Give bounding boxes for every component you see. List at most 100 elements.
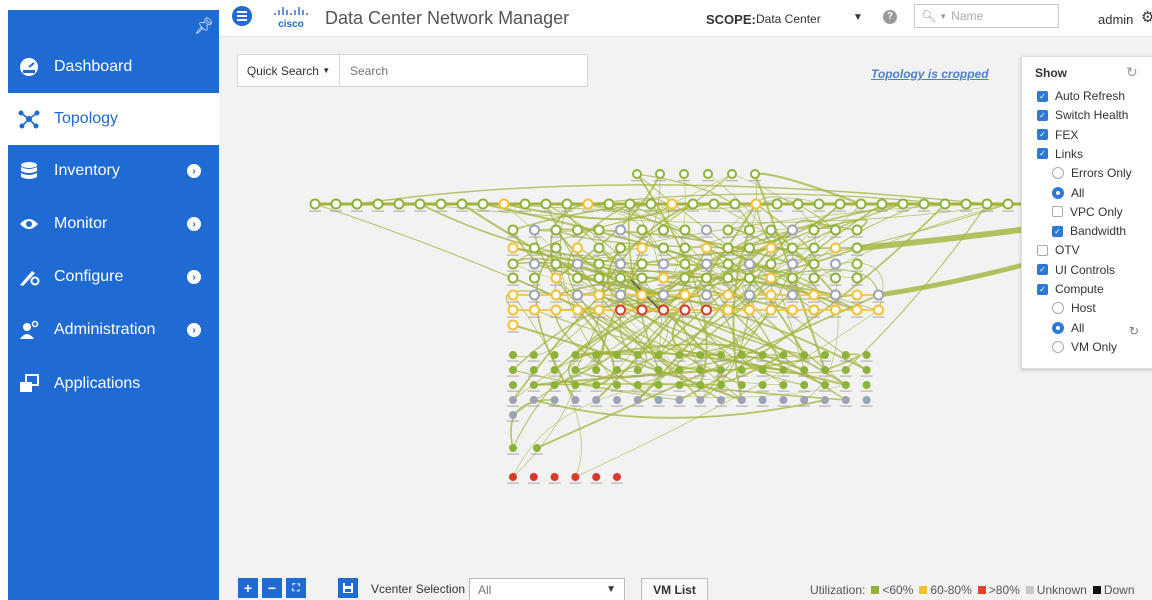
checkbox-icon[interactable]	[1037, 244, 1048, 256]
host-node[interactable]	[654, 396, 663, 404]
node-label[interactable]	[798, 390, 811, 392]
switch-node[interactable]	[830, 289, 841, 301]
node-label[interactable]	[839, 405, 852, 407]
host-node[interactable]	[862, 351, 871, 359]
node-label[interactable]	[700, 254, 713, 256]
node-label[interactable]	[860, 390, 873, 392]
node-label[interactable]	[749, 180, 761, 182]
node-label[interactable]	[679, 270, 691, 272]
host-node[interactable]	[758, 396, 767, 404]
scope-select[interactable]: Data Center	[756, 12, 821, 26]
switch-node[interactable]	[722, 224, 734, 236]
node-label[interactable]	[582, 210, 594, 212]
node-label[interactable]	[743, 254, 756, 256]
node-label[interactable]	[614, 301, 627, 303]
checkbox-checked-icon[interactable]: ✓	[1037, 283, 1048, 295]
switch-node[interactable]	[498, 198, 510, 210]
switch-node[interactable]	[456, 198, 468, 210]
checkbox-checked-icon[interactable]: ✓	[1037, 109, 1048, 121]
radio-icon[interactable]	[1052, 340, 1064, 353]
switch-node[interactable]	[830, 304, 841, 316]
switch-node[interactable]	[658, 272, 669, 284]
switch-node[interactable]	[722, 258, 734, 270]
node-label[interactable]	[765, 316, 777, 318]
switch-node[interactable]	[519, 198, 531, 210]
switch-node[interactable]	[615, 224, 626, 236]
host-node[interactable]	[613, 366, 621, 374]
host-node[interactable]	[821, 351, 829, 359]
node-label[interactable]	[786, 284, 799, 286]
node-label[interactable]	[722, 284, 734, 286]
host-node[interactable]	[550, 366, 559, 374]
host-node[interactable]	[758, 351, 767, 359]
node-label[interactable]	[571, 284, 584, 286]
show-option-fex[interactable]: ✓ FEX	[1037, 126, 1078, 144]
node-label[interactable]	[851, 316, 863, 318]
node-label[interactable]	[694, 405, 707, 407]
checkbox-icon[interactable]	[1052, 206, 1063, 218]
node-label[interactable]	[571, 316, 584, 318]
switch-node[interactable]	[603, 198, 615, 210]
show-option-compute[interactable]: ✓ Compute	[1037, 280, 1104, 298]
topology-graph[interactable]	[219, 37, 1152, 600]
node-label[interactable]	[673, 390, 686, 392]
node-label[interactable]	[829, 316, 842, 318]
switch-node[interactable]	[834, 198, 846, 210]
node-label[interactable]	[590, 405, 603, 407]
switch-node[interactable]	[666, 198, 678, 210]
switch-node[interactable]	[808, 258, 820, 270]
node-label[interactable]	[679, 254, 691, 256]
switch-node[interactable]	[708, 198, 720, 210]
topology-link[interactable]	[512, 384, 576, 478]
host-node[interactable]	[592, 351, 601, 359]
node-label[interactable]	[507, 360, 519, 362]
node-label[interactable]	[765, 236, 777, 238]
host-node[interactable]	[696, 366, 705, 374]
switch-node[interactable]	[507, 319, 519, 331]
node-label[interactable]	[839, 375, 852, 377]
node-label[interactable]	[528, 270, 541, 272]
switch-node[interactable]	[615, 242, 626, 254]
node-label[interactable]	[756, 375, 769, 377]
switch-node[interactable]	[701, 258, 712, 270]
node-label[interactable]	[531, 453, 543, 455]
switch-node[interactable]	[744, 258, 755, 270]
node-label[interactable]	[756, 360, 769, 362]
switch-node[interactable]	[679, 272, 691, 284]
switch-node[interactable]	[851, 272, 863, 284]
node-label[interactable]	[851, 301, 863, 303]
node-label[interactable]	[726, 180, 738, 182]
host-node[interactable]	[592, 366, 601, 374]
host-node[interactable]	[509, 473, 517, 481]
gear-icon[interactable]: ⚙	[1141, 8, 1152, 26]
node-label[interactable]	[569, 360, 582, 362]
node-label[interactable]	[839, 360, 852, 362]
node-label[interactable]	[765, 270, 777, 272]
pin-icon[interactable]: 📌︎	[194, 16, 214, 36]
node-label[interactable]	[652, 360, 665, 362]
node-label[interactable]	[614, 236, 627, 238]
show-option-errors-only[interactable]: Errors Only	[1052, 164, 1132, 182]
node-label[interactable]	[636, 254, 648, 256]
switch-node[interactable]	[830, 242, 841, 254]
node-label[interactable]	[414, 210, 426, 212]
switch-node[interactable]	[561, 198, 573, 210]
node-label[interactable]	[593, 236, 605, 238]
node-label[interactable]	[550, 270, 562, 272]
switch-node[interactable]	[787, 289, 798, 301]
node-label[interactable]	[715, 360, 727, 362]
node-label[interactable]	[777, 375, 790, 377]
node-label[interactable]	[652, 390, 665, 392]
switch-node[interactable]	[636, 304, 648, 316]
switch-node[interactable]	[540, 198, 552, 210]
node-label[interactable]	[611, 390, 623, 392]
host-node[interactable]	[654, 366, 663, 374]
host-node[interactable]	[737, 381, 746, 389]
node-label[interactable]	[571, 254, 584, 256]
switch-node[interactable]	[572, 258, 583, 270]
node-label[interactable]	[855, 210, 867, 212]
node-label[interactable]	[590, 360, 603, 362]
topology-canvas[interactable]: Quick Search ▼ Topology is cropped Show …	[219, 37, 1152, 600]
switch-node[interactable]	[679, 242, 691, 254]
switch-node[interactable]	[615, 304, 626, 316]
